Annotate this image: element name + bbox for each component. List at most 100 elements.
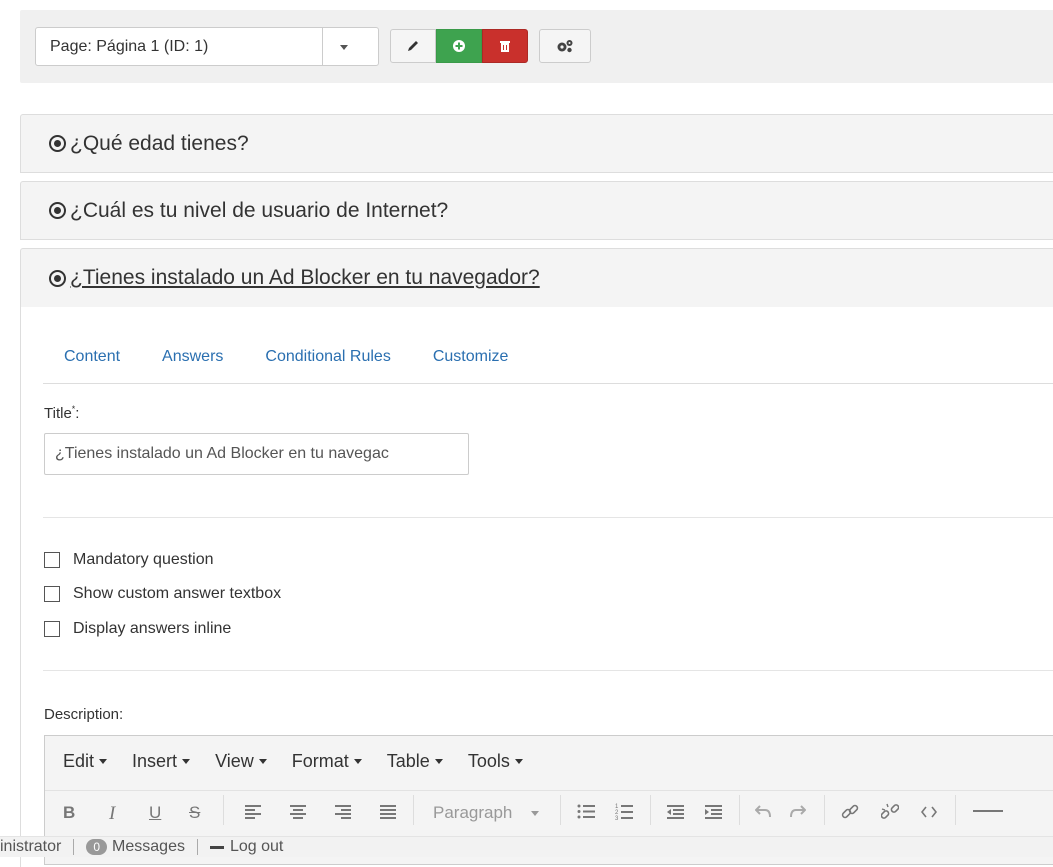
messages-count-badge: 0 <box>86 839 108 855</box>
divider <box>43 670 1053 671</box>
caret-down-icon <box>182 758 191 764</box>
underline-button[interactable]: U <box>149 803 161 823</box>
trash-icon <box>500 41 510 52</box>
tab-conditional-rules[interactable]: Conditional Rules <box>244 334 411 383</box>
menu-label: Tools <box>467 750 510 771</box>
menu-label: Edit <box>63 750 95 771</box>
select-divider <box>322 28 323 65</box>
edit-page-button[interactable] <box>390 29 436 63</box>
admin-statusbar: inistrator 0 Messages Log out <box>0 836 1053 857</box>
strikethrough-button[interactable]: S <box>189 803 200 823</box>
toolbar-separator <box>739 795 740 825</box>
menu-insert[interactable]: Insert <box>132 750 191 772</box>
page-toolbar: Page: Página 1 (ID: 1) <box>20 10 1053 83</box>
gears-icon <box>557 40 573 53</box>
divider <box>43 517 1053 518</box>
menu-label: Insert <box>132 750 178 771</box>
tab-customize[interactable]: Customize <box>412 334 530 383</box>
menu-label: Format <box>291 750 349 771</box>
logout-link[interactable]: Log out <box>230 838 283 856</box>
chevron-down-icon <box>340 45 348 50</box>
align-right-icon[interactable] <box>335 805 351 819</box>
title-label-text: Title <box>44 405 72 422</box>
caret-down-icon <box>353 758 362 764</box>
user-name[interactable]: inistrator <box>0 838 61 856</box>
delete-page-button[interactable] <box>482 29 528 63</box>
undo-icon[interactable] <box>755 804 771 818</box>
custom-answer-checkbox[interactable] <box>44 586 60 602</box>
tab-answers[interactable]: Answers <box>141 334 244 383</box>
question-title: ¿Qué edad tienes? <box>70 131 249 155</box>
messages-link[interactable]: Messages <box>112 838 185 856</box>
question-panel-2[interactable]: ¿Cuál es tu nivel de usuario de Internet… <box>20 181 1053 240</box>
title-label: Title*: <box>44 404 79 422</box>
bullet-list-icon[interactable] <box>577 804 595 819</box>
link-icon[interactable] <box>841 803 859 821</box>
caret-down-icon <box>99 758 108 764</box>
align-center-icon[interactable] <box>290 805 306 819</box>
caret-down-icon <box>258 758 267 764</box>
caret-down-icon <box>531 811 539 816</box>
menu-view[interactable]: View <box>215 751 267 772</box>
italic-button[interactable]: I <box>109 803 115 825</box>
svg-text:3: 3 <box>615 816 619 820</box>
answers-inline-checkbox[interactable] <box>44 621 60 637</box>
redo-icon[interactable] <box>790 804 806 818</box>
checkbox-label: Mandatory question <box>73 551 214 568</box>
editor-format-toolbar: B I U S Paragraph 123 <box>45 790 1053 834</box>
indent-icon[interactable] <box>705 805 722 819</box>
title-input[interactable]: ¿Tienes instalado un Ad Blocker en tu na… <box>44 433 469 475</box>
checkbox-label: Display answers inline <box>73 620 232 637</box>
minus-icon <box>209 845 224 849</box>
paragraph-select[interactable]: Paragraph <box>433 803 512 823</box>
outdent-icon[interactable] <box>667 805 684 819</box>
page-select-value: Page: Página 1 (ID: 1) <box>50 38 209 55</box>
status-separator <box>73 839 75 855</box>
unlink-icon[interactable] <box>881 803 899 821</box>
question-title[interactable]: ¿Tienes instalado un Ad Blocker en tu na… <box>70 266 540 290</box>
toolbar-separator <box>824 795 825 825</box>
checkbox-label: Show custom answer textbox <box>73 585 282 602</box>
menu-format[interactable]: Format <box>292 751 362 772</box>
title-label-colon: : <box>75 405 80 422</box>
dot-circle-icon <box>49 202 66 219</box>
question-tabs: Content Answers Conditional Rules Custom… <box>43 334 1053 384</box>
caret-down-icon <box>434 758 443 764</box>
dot-circle-icon <box>49 269 66 287</box>
add-page-button[interactable] <box>436 29 482 63</box>
align-left-icon[interactable] <box>245 805 261 819</box>
numbered-list-icon[interactable]: 123 <box>615 803 633 820</box>
menu-table[interactable]: Table <box>387 751 443 772</box>
code-icon[interactable] <box>921 806 937 818</box>
menu-label: View <box>215 750 254 771</box>
page-select[interactable]: Page: Página 1 (ID: 1) <box>35 27 379 66</box>
question-panel-1[interactable]: ¿Qué edad tienes? <box>20 114 1053 173</box>
bold-button[interactable]: B <box>63 803 75 823</box>
editor-menubar: Edit Insert View Format Table Tools <box>45 736 1053 786</box>
horizontal-rule-icon[interactable] <box>973 810 1003 813</box>
toolbar-separator <box>413 795 414 825</box>
toolbar-separator <box>650 795 651 825</box>
toolbar-separator <box>560 795 561 825</box>
question-panel-3[interactable]: ¿Tienes instalado un Ad Blocker en tu na… <box>20 248 1053 308</box>
plus-circle-icon <box>453 40 465 52</box>
menu-edit[interactable]: Edit <box>63 750 108 772</box>
description-label: Description: <box>44 706 124 723</box>
tab-content[interactable]: Content <box>43 334 141 383</box>
status-separator <box>196 839 198 855</box>
menu-label: Table <box>386 750 430 771</box>
page-actions <box>390 29 528 63</box>
toolbar-separator <box>955 795 956 825</box>
custom-answer-option[interactable]: Show custom answer textbox <box>44 585 281 603</box>
dot-circle-icon <box>49 135 66 152</box>
caret-down-icon <box>514 758 523 764</box>
answers-inline-option[interactable]: Display answers inline <box>44 620 231 638</box>
question-title: ¿Cuál es tu nivel de usuario de Internet… <box>70 198 449 222</box>
mandatory-question-option[interactable]: Mandatory question <box>44 551 214 569</box>
mandatory-question-checkbox[interactable] <box>44 552 60 568</box>
align-justify-icon[interactable] <box>380 805 396 819</box>
pencil-icon <box>408 41 418 51</box>
toolbar-separator <box>223 795 224 825</box>
menu-tools[interactable]: Tools <box>468 751 523 772</box>
page-settings-button[interactable] <box>539 29 591 63</box>
